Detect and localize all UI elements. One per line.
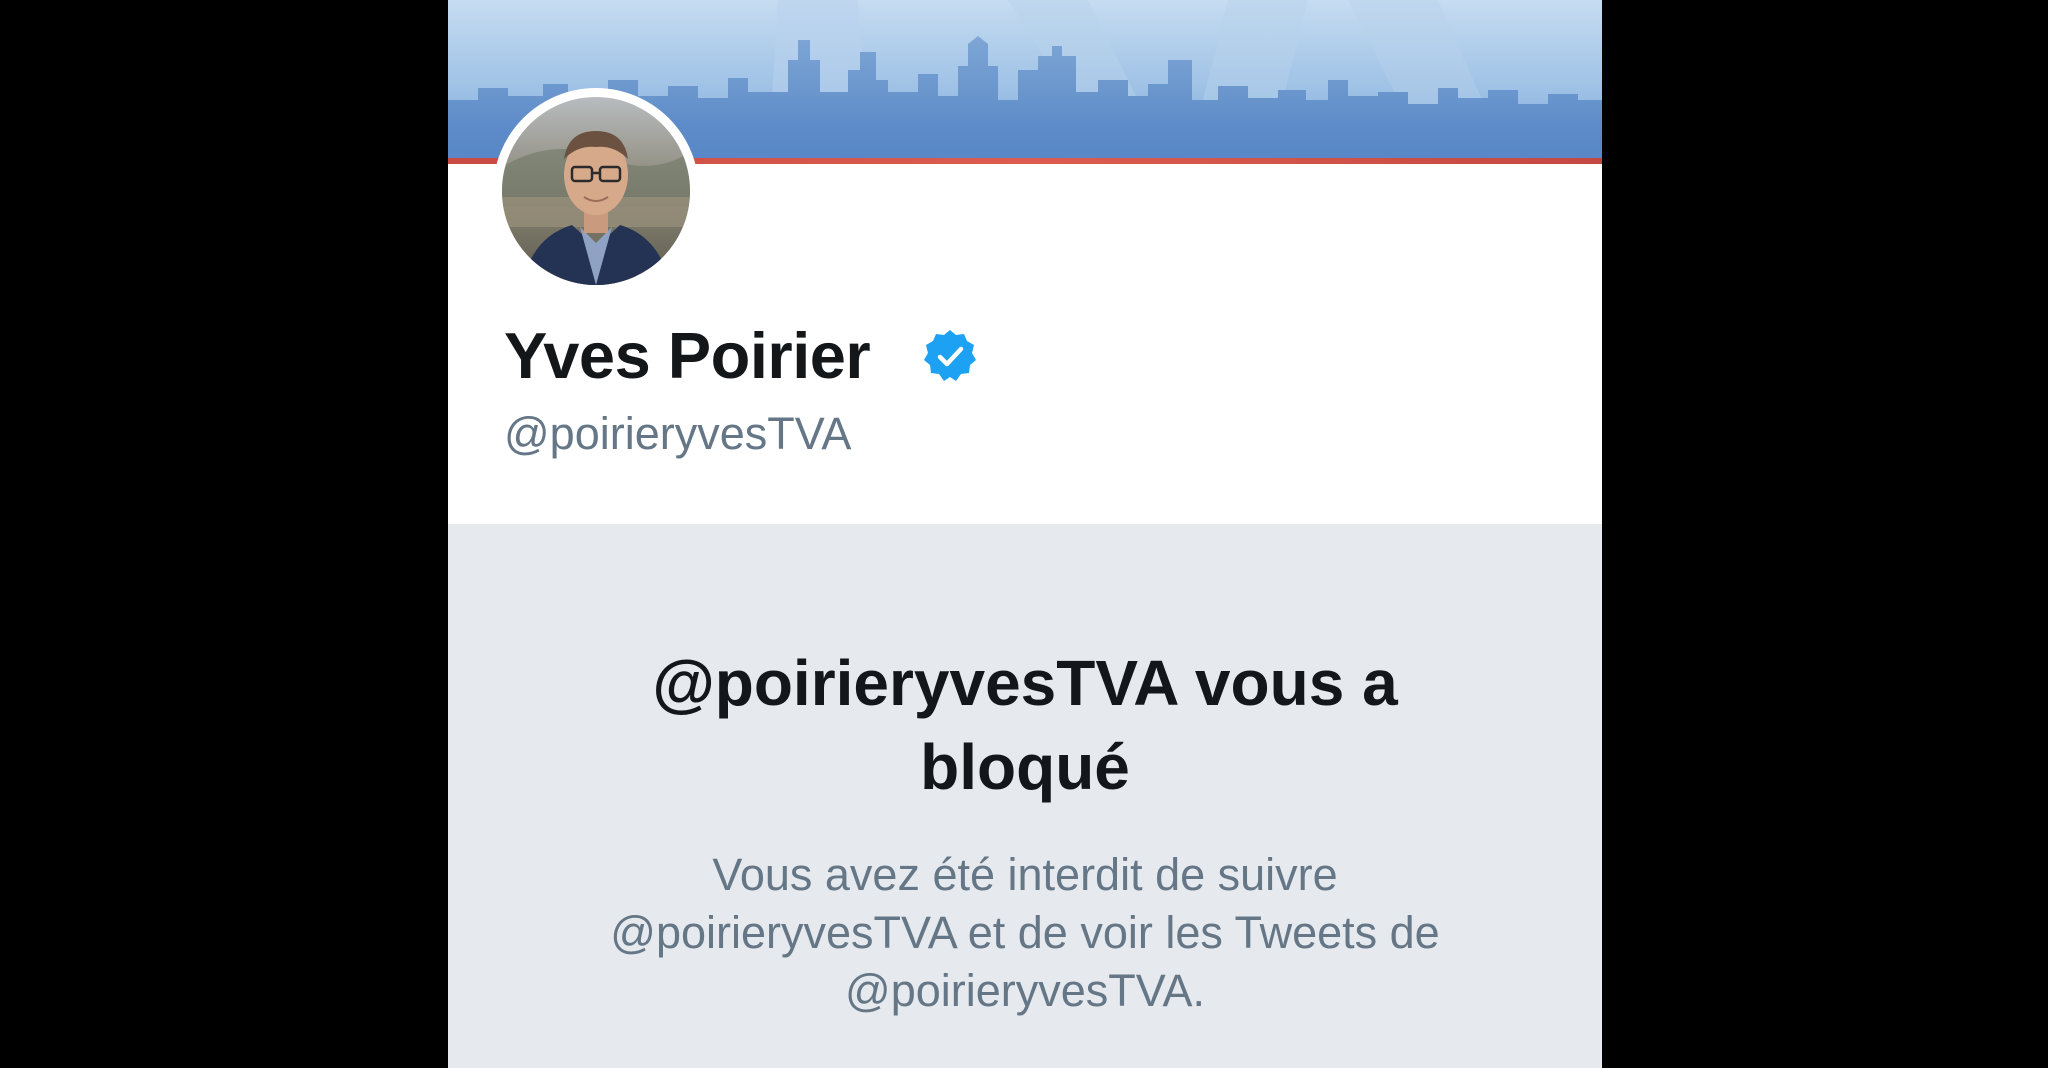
blocked-description: Vous avez été interdit de suivre @poirie… bbox=[448, 846, 1602, 1020]
profile-handle: @poirieryvesTVA bbox=[504, 408, 852, 459]
blocked-title-line: @poirieryvesTVA vous a bbox=[652, 647, 1398, 719]
blocked-description-line: @poirieryvesTVA et de voir les Tweets de bbox=[610, 907, 1440, 958]
blocked-title: @poirieryvesTVA vous a bloqué bbox=[448, 641, 1602, 809]
display-name: Yves Poirier bbox=[504, 319, 871, 392]
blocked-description-line: @poirieryvesTVA. bbox=[845, 965, 1205, 1016]
blocked-description-line: Vous avez été interdit de suivre bbox=[712, 849, 1338, 900]
avatar[interactable] bbox=[493, 88, 699, 294]
blocked-notice: @poirieryvesTVA vous a bloqué Vous avez … bbox=[448, 524, 1602, 1068]
blocked-title-line: bloqué bbox=[920, 731, 1130, 803]
avatar-photo bbox=[502, 97, 690, 285]
verified-badge-icon bbox=[922, 328, 978, 384]
profile-screen: Yves Poirier @poirieryvesTVA @poirieryve… bbox=[448, 0, 1602, 1068]
